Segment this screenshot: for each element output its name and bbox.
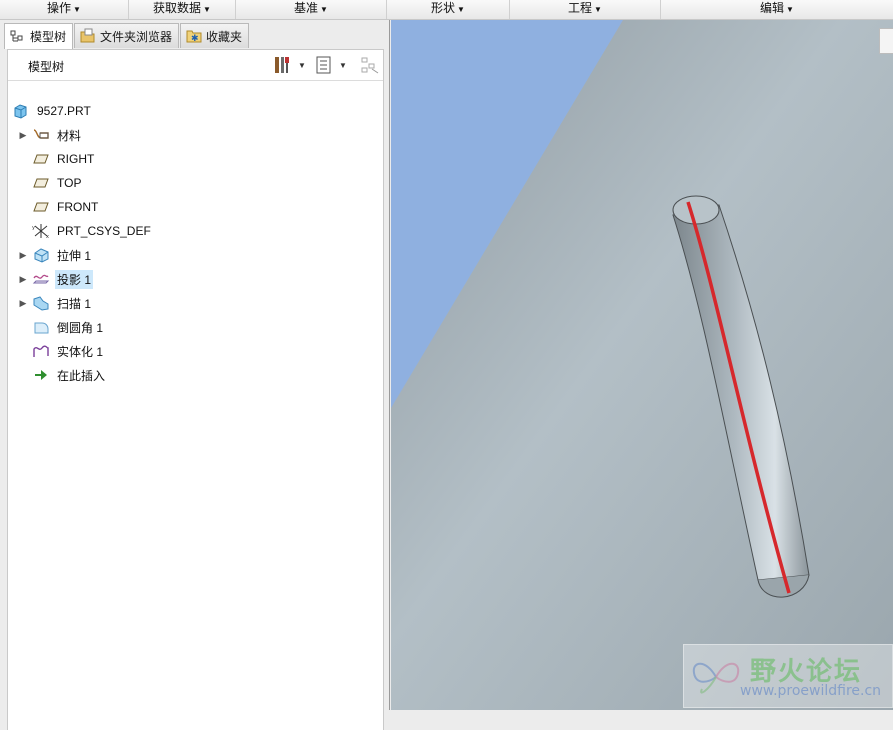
svg-text:x: x (46, 234, 49, 239)
view-toolbar-handle[interactable] (879, 28, 893, 54)
menu-operations[interactable]: 操作 ▼ (0, 0, 129, 19)
tree-item-label: FRONT (57, 200, 99, 214)
datum-plane-icon (32, 151, 50, 167)
menu-shapes[interactable]: 形状 ▼ (387, 0, 510, 19)
tree-item-label: 实体化 1 (57, 344, 104, 359)
projection-icon (32, 271, 50, 287)
tools-icon (275, 57, 289, 73)
datum-plane-icon (32, 199, 50, 215)
extrude-icon (32, 247, 50, 263)
tree-show-button[interactable]: ▼ (315, 54, 347, 76)
chevron-down-icon: ▼ (73, 5, 81, 14)
tab-label: 模型树 (30, 30, 67, 44)
menu-engineering[interactable]: 工程 ▼ (510, 0, 661, 19)
tree-item-label: 材料 (57, 128, 82, 143)
tree-item-label: 拉伸 1 (57, 248, 92, 263)
material-icon (32, 127, 50, 143)
tree-item-sweep[interactable]: ▶ 扫描 1 (8, 293, 383, 313)
menu-datum[interactable]: 基准 ▼ (236, 0, 387, 19)
tree-item-solidify[interactable]: 实体化 1 (8, 341, 383, 361)
insert-here-arrow-icon (32, 367, 50, 383)
tab-label: 文件夹浏览器 (100, 29, 173, 44)
navigator-panel: 模型树 文件夹浏览器 ✱ 收藏夹 模型树 ▼ ▼ 9527.PRT ▶ 材料 R… (0, 20, 390, 730)
tree-settings-button[interactable]: ▼ (272, 54, 306, 76)
expand-arrow-icon[interactable]: ▶ (18, 274, 28, 285)
tree-title: 模型树 (28, 60, 65, 74)
folder-browser-icon (79, 28, 97, 44)
tube-top-cap (672, 195, 720, 225)
solidify-icon (32, 343, 50, 359)
tree-item-material[interactable]: ▶ 材料 (8, 125, 383, 145)
tree-item-csys[interactable]: yx PRT_CSYS_DEF (8, 221, 383, 241)
forum-watermark: 野火论坛 www.proewildfire.cn (683, 644, 893, 708)
part-icon (12, 103, 30, 119)
chevron-down-icon: ▼ (320, 5, 328, 14)
svg-text:✱: ✱ (191, 34, 199, 44)
tree-item-label: PRT_CSYS_DEF (57, 224, 151, 238)
tree-item-label: 扫描 1 (57, 296, 92, 311)
chevron-down-icon: ▼ (298, 60, 306, 70)
tree-item-label: 倒圆角 1 (57, 320, 104, 335)
model-tree: 模型树 ▼ ▼ 9527.PRT ▶ 材料 RIGHT TOP FRONT y … (7, 49, 384, 730)
tree-item-extrude[interactable]: ▶ 拉伸 1 (8, 245, 383, 265)
tree-item-label: 投影 1 (55, 269, 94, 289)
document-list-icon (316, 56, 331, 74)
tab-favorites[interactable]: ✱ 收藏夹 (180, 23, 250, 48)
tree-header: 模型树 ▼ ▼ (8, 50, 383, 81)
menu-get-data[interactable]: 获取数据 ▼ (129, 0, 236, 19)
watermark-url: www.proewildfire.cn (740, 683, 882, 699)
expand-arrow-icon[interactable]: ▶ (18, 130, 28, 141)
chevron-down-icon: ▼ (594, 5, 602, 14)
tree-item-round[interactable]: 倒圆角 1 (8, 317, 383, 337)
tree-item-front[interactable]: FRONT (8, 197, 383, 217)
tree-item-label: TOP (57, 176, 82, 190)
tree-item-label: RIGHT (57, 152, 95, 166)
round-icon (32, 319, 50, 335)
tree-item-insert-here[interactable]: 在此插入 (8, 365, 383, 385)
tree-root[interactable]: 9527.PRT (8, 101, 383, 121)
model-tree-icon (9, 29, 27, 45)
expand-arrow-icon[interactable]: ▶ (18, 250, 28, 261)
favorites-icon: ✱ (185, 28, 203, 44)
model-render (391, 20, 893, 710)
tree-item-top[interactable]: TOP (8, 173, 383, 193)
chevron-down-icon: ▼ (457, 5, 465, 14)
tree-filter-icon (361, 57, 379, 74)
csys-icon: yx (32, 223, 50, 240)
tree-item-label: 在此插入 (57, 368, 106, 383)
chevron-down-icon: ▼ (203, 5, 211, 14)
tree-item-right[interactable]: RIGHT (8, 149, 383, 169)
chevron-down-icon: ▼ (786, 5, 794, 14)
menu-edit[interactable]: 编辑 ▼ (661, 0, 893, 19)
tree-item-label: 9527.PRT (37, 104, 91, 118)
chevron-down-icon: ▼ (339, 60, 347, 70)
tree-item-projection[interactable]: ▶ 投影 1 (8, 269, 383, 289)
menu-bar: 操作 ▼ 获取数据 ▼ 基准 ▼ 形状 ▼ 工程 ▼ 编辑 ▼ (0, 0, 893, 20)
butterfly-logo-icon (692, 662, 740, 694)
sweep-icon (32, 295, 50, 311)
tab-folder-browser[interactable]: 文件夹浏览器 (74, 23, 180, 48)
svg-text:y: y (32, 225, 35, 231)
tab-label: 收藏夹 (206, 29, 243, 44)
expand-arrow-icon[interactable]: ▶ (18, 298, 28, 309)
tab-model-tree[interactable]: 模型树 (4, 23, 74, 49)
navigator-tabs: 模型树 文件夹浏览器 ✱ 收藏夹 (4, 23, 250, 49)
datum-plane-icon (32, 175, 50, 191)
tree-filter-button[interactable] (360, 54, 380, 76)
graphics-viewport[interactable]: 野火论坛 www.proewildfire.cn (391, 20, 893, 710)
